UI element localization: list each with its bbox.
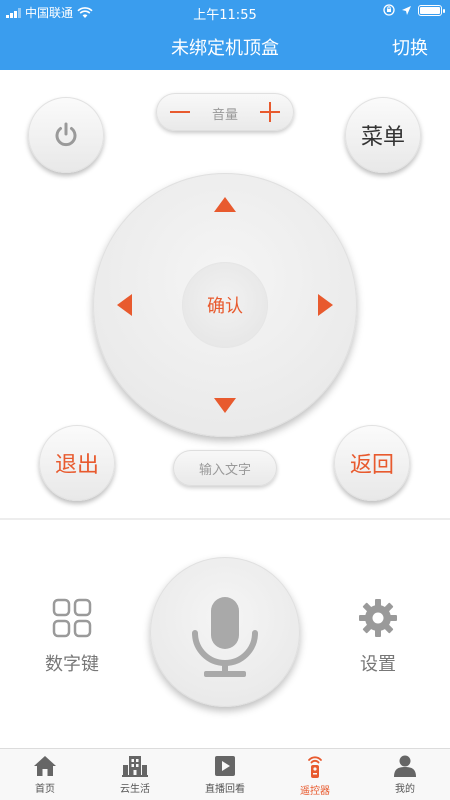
page-title: 未绑定机顶盒 [171,38,279,59]
remote-icon [308,756,322,778]
microphone-icon [192,597,258,677]
gear-icon [359,599,397,637]
voice-button[interactable] [150,557,300,707]
power-button[interactable] [28,97,104,173]
switch-button[interactable]: 切换 [392,34,428,60]
tab-mine[interactable]: 我的 [360,749,450,800]
tab-label: 直播回看 [205,784,245,795]
home-icon [34,756,56,776]
ok-label: 确认 [207,296,243,317]
back-label: 返回 [349,453,394,478]
ok-button[interactable]: 确认 [182,262,268,348]
status-bar: 中国联通 上午11:55 [0,0,450,23]
rotation-lock-icon [383,4,395,16]
tab-label: 我的 [395,784,415,795]
menu-label: 菜单 [360,125,405,150]
exit-label: 退出 [54,453,99,478]
settings-label: 设置 [360,654,396,675]
tab-remote[interactable]: 遥控器 [270,749,360,800]
person-icon [394,755,416,777]
battery-icon [418,4,445,16]
right-arrow-icon[interactable] [318,294,333,316]
menu-button[interactable]: 菜单 [345,97,421,173]
direction-pad: 确认 [93,173,357,437]
building-icon [122,756,148,777]
section-divider [0,518,450,520]
volume-up-button[interactable] [256,93,284,131]
input-text-button[interactable]: 输入文字 [173,450,277,486]
left-arrow-icon[interactable] [117,294,132,316]
tab-label: 遥控器 [300,786,330,797]
top-header: 中国联通 上午11:55 未绑定机顶盒 切换 [0,0,450,70]
grid-icon [52,598,92,638]
tab-cloud-life[interactable]: 云生活 [90,749,180,800]
location-icon [402,5,411,15]
down-arrow-icon[interactable] [214,398,236,413]
up-arrow-icon[interactable] [214,197,236,212]
input-text-label: 输入文字 [198,462,251,478]
tab-live-replay[interactable]: 直播回看 [180,749,270,800]
tab-label: 云生活 [120,784,150,795]
exit-button[interactable]: 退出 [39,425,115,501]
settings-button[interactable]: 设置 [333,598,423,676]
tab-label: 首页 [35,784,55,795]
play-icon [215,756,235,776]
back-button[interactable]: 返回 [334,425,410,501]
volume-control: 音量 [156,93,294,131]
tab-home[interactable]: 首页 [0,749,90,800]
bottom-tab-bar: 首页 云生活 直播回看 遥控器 我的 [0,748,450,800]
power-icon [55,122,77,147]
numpad-label: 数字键 [45,654,99,675]
numpad-button[interactable]: 数字键 [27,598,117,676]
